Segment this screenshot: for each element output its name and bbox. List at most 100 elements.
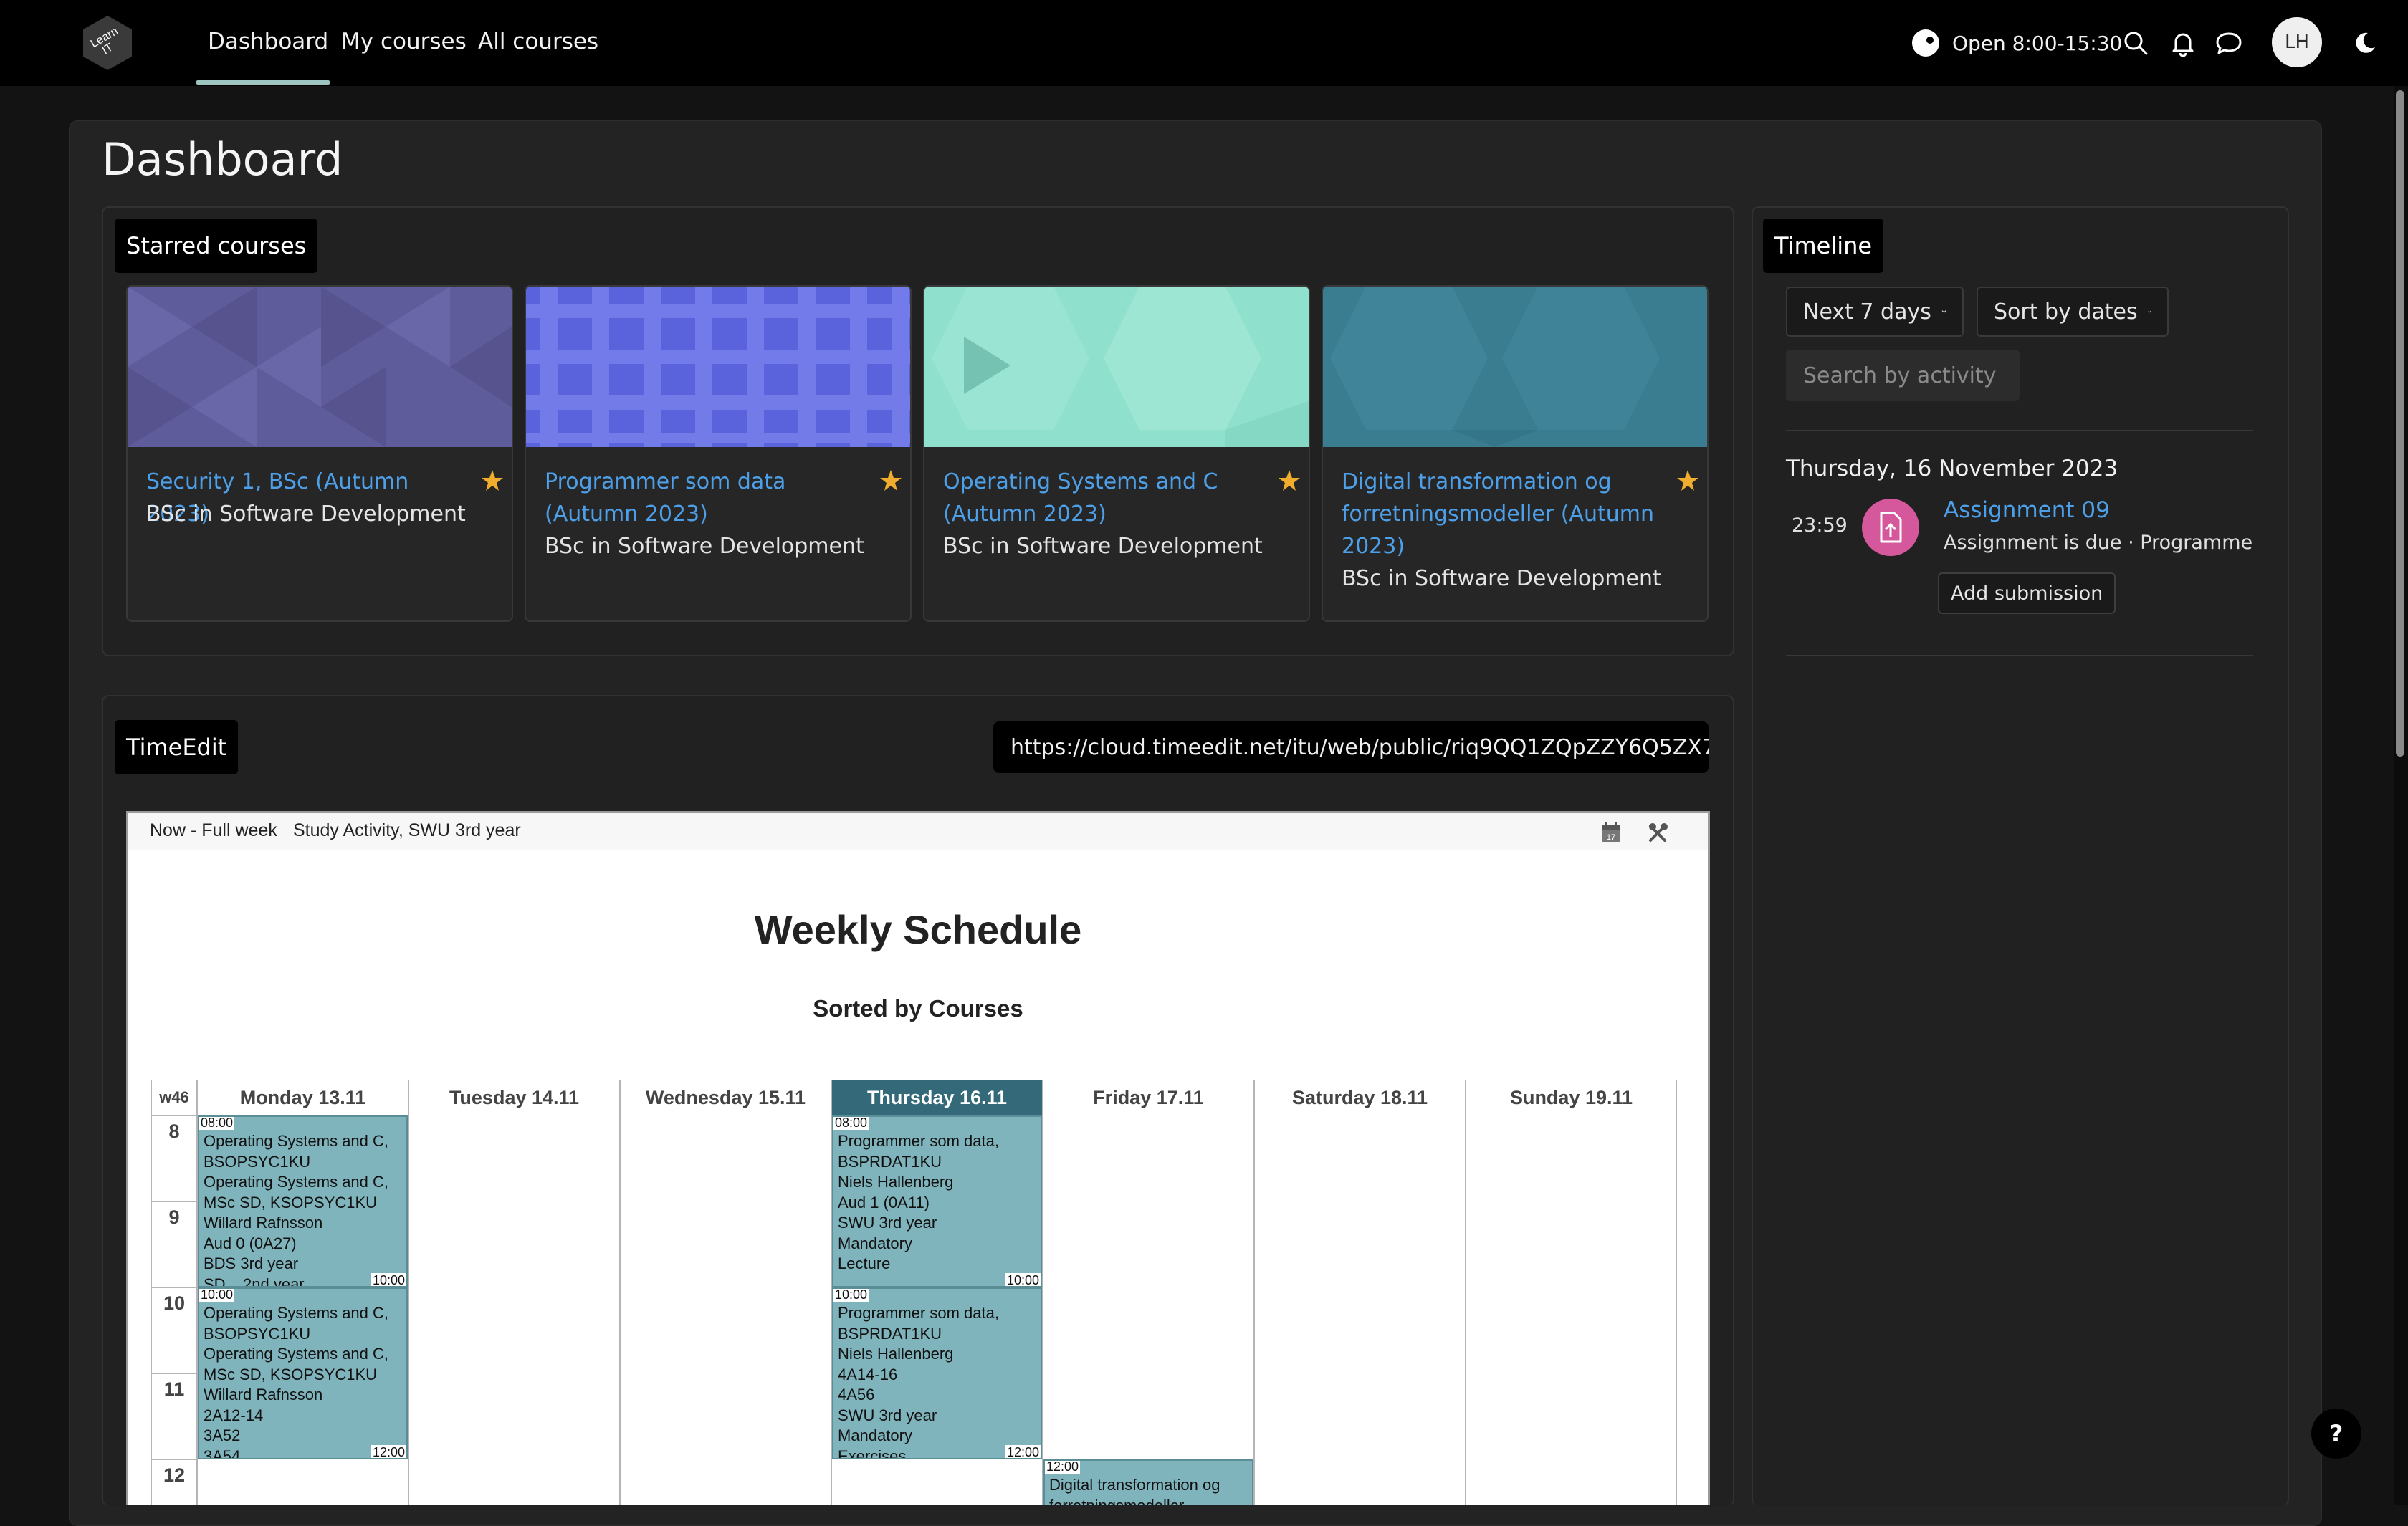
help-button[interactable]: ?	[2311, 1409, 2361, 1459]
event-line: Aud 1 (0A11)	[838, 1193, 930, 1211]
week-number: w46	[151, 1080, 197, 1115]
star-icon[interactable]	[879, 469, 903, 493]
event-start: 08:00	[833, 1115, 869, 1130]
event-end: 12:00	[371, 1445, 406, 1459]
event-line: Aud 0 (0A27)	[204, 1234, 297, 1252]
event-line: Digital transformation og	[1049, 1476, 1220, 1494]
day-header-today: Thursday 16.11	[831, 1080, 1043, 1115]
event-line: Mandatory	[838, 1234, 912, 1252]
event-line: Mandatory	[838, 1426, 912, 1444]
calendar-event[interactable]: 10:00 Programmer som data, BSPRDAT1KU Ni…	[832, 1287, 1042, 1459]
event-line: BSPRDAT1KU	[838, 1152, 942, 1171]
course-image[interactable]	[924, 287, 1309, 447]
event-line: Operating Systems and C,	[204, 1304, 389, 1322]
course-card[interactable]: Digital transformation og forretningsmod…	[1322, 285, 1709, 622]
timeline-filter-dropdown[interactable]: Next 7 days	[1786, 287, 1964, 337]
course-image[interactable]	[1323, 287, 1707, 447]
calendar-icon[interactable]: 17	[1599, 820, 1623, 845]
schedule-subtitle: Sorted by Courses	[813, 995, 1023, 1022]
message-icon[interactable]	[2214, 29, 2243, 57]
learnit-logo[interactable]: Learn IT	[79, 14, 136, 72]
nav-active-indicator	[196, 80, 330, 85]
calendar-event[interactable]: 12:00 Digital transformation og forretni…	[1043, 1459, 1253, 1505]
nav-all-courses[interactable]: All courses	[478, 29, 598, 54]
day-header: Monday 13.11	[197, 1080, 408, 1115]
star-icon[interactable]	[1277, 469, 1301, 493]
day-header: Wednesday 15.11	[620, 1080, 831, 1115]
timeedit-frame[interactable]: Now - Full week Study Activity, SWU 3rd …	[126, 811, 1710, 1505]
timeline-date-heading: Thursday, 16 November 2023	[1786, 456, 2118, 481]
tools-icon[interactable]	[1646, 820, 1671, 845]
event-start: 10:00	[199, 1287, 235, 1302]
page-title: Dashboard	[102, 133, 343, 186]
course-name-link[interactable]: Operating Systems and C (Autumn 2023)	[943, 466, 1266, 530]
timeedit-heading: TimeEdit	[115, 720, 239, 774]
event-name-link[interactable]: Assignment 09	[1944, 497, 2110, 523]
day-header: Sunday 19.11	[1466, 1080, 1677, 1115]
timeline-search-input[interactable]	[1786, 350, 2020, 401]
event-line: Programmer som data,	[838, 1132, 999, 1150]
filter-label: Next 7 days	[1803, 299, 1931, 325]
event-line: Niels Hallenberg	[838, 1345, 954, 1363]
timeedit-toolbar: Now - Full week Study Activity, SWU 3rd …	[128, 813, 1708, 850]
hour-label: 12	[151, 1459, 197, 1505]
starred-courses-heading: Starred courses	[115, 219, 318, 273]
add-submission-button[interactable]: Add submission	[1938, 572, 2116, 614]
calendar-event[interactable]: 08:00 Operating Systems and C, BSOPSYC1K…	[198, 1115, 408, 1287]
day-column	[408, 1115, 620, 1505]
event-line: MSc SD, KSOPSYC1KU	[204, 1365, 378, 1383]
day-header: Saturday 18.11	[1254, 1080, 1466, 1115]
course-name-link[interactable]: Digital transformation og forretningsmod…	[1342, 466, 1664, 562]
bell-icon[interactable]	[2169, 29, 2197, 57]
filter-label[interactable]: Study Activity, SWU 3rd year	[293, 820, 521, 841]
user-avatar[interactable]: LH	[2272, 17, 2322, 67]
day-header: Friday 17.11	[1043, 1080, 1254, 1115]
nav-dashboard[interactable]: Dashboard	[208, 29, 328, 54]
event-line: SWU 3rd year	[838, 1406, 937, 1424]
calendar-event[interactable]: 08:00 Programmer som data, BSPRDAT1KU Ni…	[832, 1115, 1042, 1287]
event-line: Operating Systems and C,	[204, 1132, 389, 1150]
event-line: SD... 2nd year	[204, 1275, 305, 1287]
event-line: 3A52	[204, 1426, 241, 1444]
course-category: BSc in Software Development	[545, 534, 864, 559]
event-line: Niels Hallenberg	[838, 1173, 954, 1191]
event-line: Exercises	[838, 1446, 907, 1459]
course-image[interactable]	[526, 287, 910, 447]
event-description: Assignment is due · Programmer som data …	[1944, 532, 2252, 554]
course-card[interactable]: Programmer som data (Autumn 2023) BSc in…	[525, 285, 912, 622]
event-line: Lecture	[838, 1254, 891, 1272]
day-header: Tuesday 14.11	[408, 1080, 620, 1115]
event-line: Willard Rafnsson	[204, 1386, 323, 1403]
scrollbar-thumb[interactable]	[2396, 90, 2404, 757]
assignment-icon	[1862, 499, 1919, 556]
star-icon[interactable]	[480, 469, 505, 493]
day-column	[1466, 1115, 1677, 1505]
course-name-link[interactable]: Programmer som data (Autumn 2023)	[545, 466, 867, 530]
course-card[interactable]: Operating Systems and C (Autumn 2023) BS…	[923, 285, 1310, 622]
search-icon[interactable]	[2121, 29, 2150, 57]
range-label[interactable]: Now - Full week	[150, 820, 277, 841]
nav-my-courses[interactable]: My courses	[341, 29, 467, 54]
hour-label: 11	[151, 1373, 197, 1459]
event-line: 4A56	[838, 1386, 875, 1403]
event-line: 3A54	[204, 1446, 241, 1459]
timeline-sort-dropdown[interactable]: Sort by dates	[1977, 287, 2169, 337]
sort-label: Sort by dates	[1994, 299, 2138, 325]
schedule-title: Weekly Schedule	[754, 907, 1082, 952]
dark-mode-icon[interactable]	[2351, 29, 2379, 57]
event-time: 23:59	[1792, 514, 1848, 537]
chevron-down-icon	[2148, 310, 2151, 313]
course-category: BSc in Software Development	[1342, 566, 1661, 591]
course-category: BSc in Software Development	[943, 534, 1263, 559]
divider	[1786, 430, 2253, 431]
event-line: BSOPSYC1KU	[204, 1152, 311, 1171]
chevron-down-icon	[1941, 310, 1946, 313]
star-icon[interactable]	[1676, 469, 1700, 493]
course-image[interactable]	[128, 287, 512, 447]
course-card[interactable]: Security 1, BSc (Autumn 2023) BSc in Sof…	[126, 285, 513, 622]
hour-label: 8	[151, 1115, 197, 1201]
timeedit-url[interactable]: https://cloud.timeedit.net/itu/web/publi…	[993, 721, 1709, 773]
calendar-event[interactable]: 10:00 Operating Systems and C, BSOPSYC1K…	[198, 1287, 408, 1459]
event-line: Willard Rafnsson	[204, 1214, 323, 1232]
event-line: BDS 3rd year	[204, 1254, 299, 1272]
